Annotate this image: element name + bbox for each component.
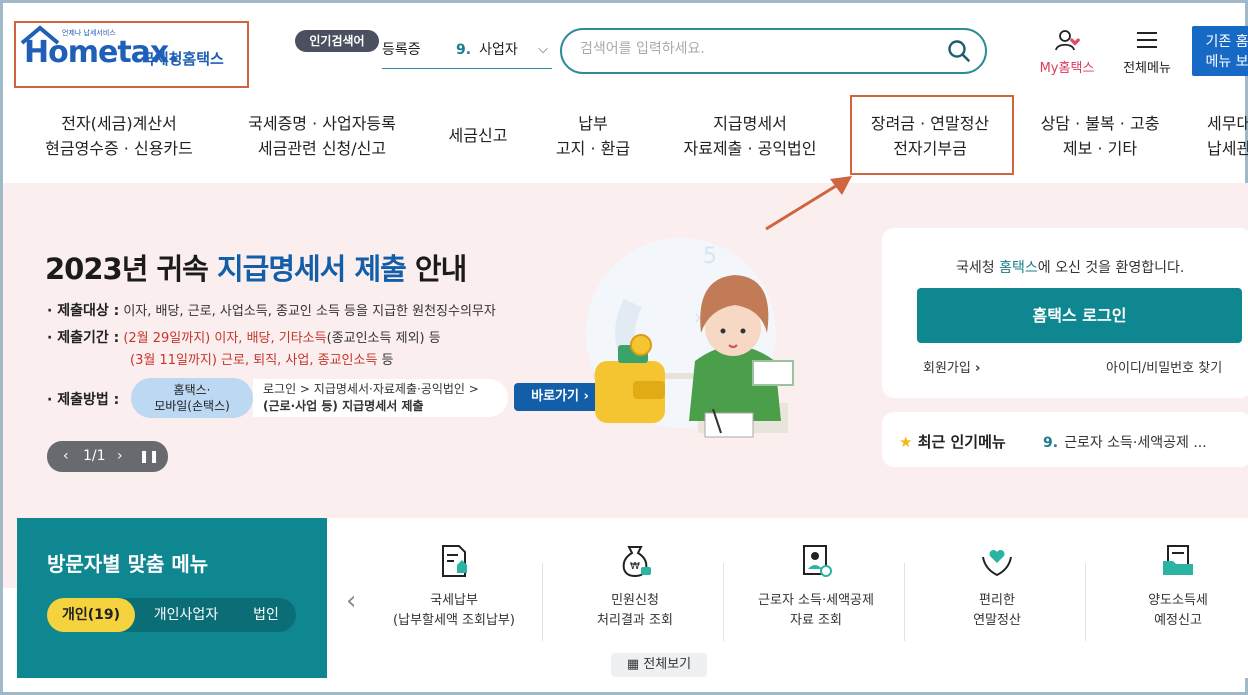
- nav-consult[interactable]: 상담 · 불복 · 고충 제보 · 기타: [1031, 111, 1169, 161]
- tab-individual[interactable]: 개인(19): [47, 598, 135, 632]
- popular-search-ticker[interactable]: 등록증 9. 사업자 ⌵: [382, 36, 552, 69]
- money-bag-icon: ₩: [622, 546, 651, 578]
- banner-period-2: (3월 11일까지) 근로, 퇴직, 사업, 종교인소득 등: [130, 353, 394, 368]
- signup-link[interactable]: 회원가입 ›: [923, 357, 980, 376]
- pager-count: 1/1: [83, 448, 106, 464]
- chevron-right-icon: ›: [974, 361, 981, 376]
- banner-period-1: · 제출기간 : (2월 29일까지) 이자, 배당, 기타소득(종교인소득 제…: [47, 330, 441, 346]
- all-menu-button[interactable]: 전체메뉴: [1115, 29, 1179, 76]
- quick-civil-complaint[interactable]: ₩ 민원신청 처리결과 조회: [556, 543, 714, 631]
- logo-korean: 국세청홈택스: [141, 50, 224, 68]
- old-menu-line2: 메뉴 보: [1205, 54, 1248, 70]
- banner-method: · 제출방법 :: [47, 392, 120, 408]
- chevron-right-icon[interactable]: ›: [117, 441, 123, 472]
- folder-document-icon: [1163, 545, 1193, 575]
- banner-pager: ‹ 1/1 › ❚❚: [47, 441, 168, 472]
- divider: [723, 563, 724, 641]
- welcome-message: 국세청 홈택스에 오신 것을 환영합니다.: [956, 260, 1185, 276]
- nav-certificate[interactable]: 국세증명 · 사업자등록 세금관련 신청/신고: [239, 111, 405, 161]
- banner-illustration: 5 % ×: [586, 238, 794, 438]
- annotation-arrow: [765, 176, 852, 231]
- divider: [542, 563, 543, 641]
- divider: [904, 563, 905, 641]
- hometax-logo[interactable]: 언제나 납세서비스 Hometax. 국세청홈택스: [14, 21, 249, 88]
- banner-title: 2023년 귀속 지급명세서 제출 안내: [45, 252, 467, 286]
- popular-search-badge: 인기검색어: [295, 30, 379, 52]
- nav-payment-statement[interactable]: 지급명세서 자료제출 · 공익법인: [675, 111, 825, 161]
- method-channel-pill: 홈택스· 모바일(손택스): [131, 378, 253, 418]
- nav-payment[interactable]: 납부 고지 · 환급: [547, 111, 639, 161]
- old-menu-button[interactable]: 기존 홈 메뉴 보: [1192, 26, 1248, 76]
- chevron-left-icon[interactable]: ‹: [63, 441, 69, 472]
- popular-search-rank: 9.: [456, 42, 472, 58]
- nav-tax-report[interactable]: 세금신고: [440, 123, 516, 148]
- svg-text:₩: ₩: [630, 561, 640, 572]
- chevron-left-icon[interactable]: ‹: [346, 586, 356, 616]
- visitor-menu-title: 방문자별 맞춤 메뉴: [47, 552, 209, 576]
- search-bar: [560, 28, 987, 74]
- old-menu-line1: 기존 홈: [1205, 34, 1248, 50]
- chevron-down-icon[interactable]: ⌵: [538, 36, 548, 64]
- popular-search-word: 사업자: [479, 42, 518, 58]
- worker-document-icon: [803, 545, 832, 577]
- banner-target: · 제출대상 : 이자, 배당, 근로, 사업소득, 종교인 소득 등을 지급한…: [47, 303, 496, 319]
- all-menu-label: 전체메뉴: [1123, 61, 1171, 76]
- nav-e-invoice[interactable]: 전자(세금)계산서 현금영수증 · 신용카드: [39, 111, 199, 161]
- tab-sole-proprietor[interactable]: 개인사업자: [141, 598, 231, 632]
- search-icon[interactable]: [947, 39, 971, 63]
- recent-popular-item[interactable]: 9. 근로자 소득·세액공제 ...: [1043, 432, 1207, 452]
- popular-search-prev: 등록증: [382, 42, 421, 58]
- view-all-button[interactable]: ▦ 전체보기: [611, 653, 707, 677]
- annotation-highlight-box: [850, 95, 1014, 175]
- my-hometax-button[interactable]: My홈택스: [1031, 29, 1103, 76]
- tax-payment-icon: [442, 545, 467, 577]
- heart-hands-icon: [982, 549, 1012, 577]
- user-heart-icon: [1055, 30, 1080, 51]
- hometax-login-button[interactable]: 홈택스 로그인: [917, 288, 1242, 343]
- find-id-password-link[interactable]: 아이디/비밀번호 찾기: [1106, 357, 1222, 376]
- svg-text:5: 5: [703, 244, 717, 269]
- my-hometax-label: My홈택스: [1039, 61, 1095, 76]
- quick-worker-deduction[interactable]: 근로자 소득·세액공제 자료 조회: [737, 543, 895, 631]
- quick-tax-payment[interactable]: 국세납부 (납부할세액 조회납부): [375, 543, 533, 631]
- hamburger-icon: [1137, 32, 1157, 48]
- grid-icon: ▦: [626, 657, 640, 672]
- recent-popular-title: ★ 최근 인기메뉴: [899, 433, 1006, 451]
- star-icon: ★: [899, 433, 913, 451]
- method-path: 로그인 > 지급명세서·자료제출·공익법인 > (근로·사업 등) 지급명세서 …: [253, 379, 508, 417]
- quick-transfer-income-tax[interactable]: 양도소득세 예정신고: [1099, 543, 1248, 631]
- nav-tax-agent[interactable]: 세무대 납세관: [1207, 111, 1248, 161]
- tab-corporation[interactable]: 법인: [239, 598, 293, 632]
- search-input[interactable]: [580, 41, 930, 57]
- quick-yearend-settlement[interactable]: 편리한 연말정산: [918, 543, 1076, 631]
- pause-icon[interactable]: ❚❚: [139, 441, 159, 472]
- divider: [1085, 563, 1086, 641]
